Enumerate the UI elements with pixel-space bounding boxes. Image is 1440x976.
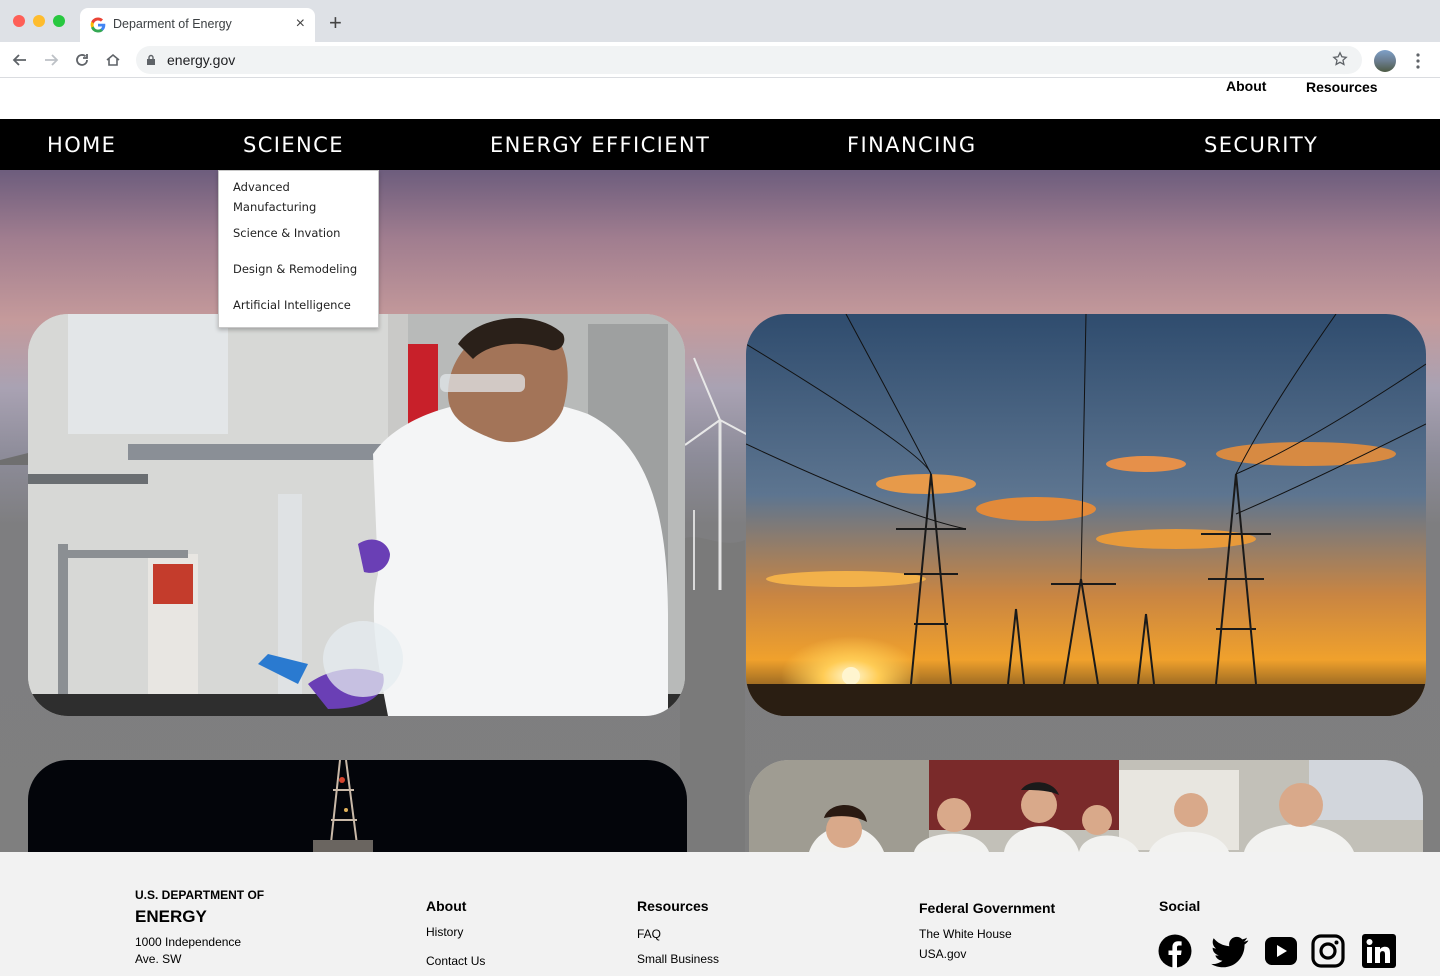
twitter-icon[interactable] [1211,934,1249,968]
lab-team-photo[interactable] [749,760,1423,852]
home-icon[interactable] [104,51,122,69]
tab-title: Deparment of Energy [113,17,232,31]
footer-brand-line1: U.S. DEPARTMENT OF [135,888,265,902]
utility-link-about[interactable]: About [1226,78,1266,94]
footer-link-small-business[interactable]: Small Business [637,952,719,966]
footer-link-history[interactable]: History [426,925,463,939]
close-window-button[interactable] [13,15,25,27]
dropdown-item-design-remodeling[interactable]: Design & Remodeling [233,259,373,279]
drilling-rig-photo[interactable] [28,760,687,852]
dropdown-item-advanced-manufacturing[interactable]: Advanced Manufacturing [233,177,373,217]
url-text: energy.gov [167,52,236,68]
address-bar[interactable]: energy.gov [136,46,1362,74]
nav-item-security[interactable]: SECURITY [1204,133,1318,157]
kebab-menu-icon[interactable] [1412,52,1424,70]
google-favicon-icon [90,17,106,33]
nav-item-energy-efficient[interactable]: ENERGY EFFICIENT [490,133,710,157]
maximize-window-button[interactable] [53,15,65,27]
footer-federal-heading: Federal Government [919,900,1056,916]
footer-link-contact-us[interactable]: Contact Us [426,954,485,968]
wind-turbine-graphic [684,357,749,590]
browser-tab[interactable]: Deparment of Energy × [80,8,315,42]
youtube-icon[interactable] [1264,934,1298,968]
footer-social-heading: Social [1159,898,1201,914]
profile-avatar[interactable] [1374,50,1396,72]
science-lab-photo[interactable] [28,314,685,716]
science-dropdown-menu: Advanced Manufacturing Science & Invatio… [218,170,379,328]
hero-background [0,170,1440,852]
browser-tab-bar: Deparment of Energy × + [0,0,1440,42]
dropdown-item-artificial-intelligence[interactable]: Artificial Intelligence [233,295,373,315]
footer-link-faq[interactable]: FAQ [637,927,661,941]
footer-brand-line2[interactable]: ENERGY [135,907,207,927]
bookmark-star-icon[interactable] [1332,51,1348,67]
footer-address-line1: 1000 Independence [135,935,242,949]
footer-address-line2: Ave. SW [135,952,182,966]
footer-link-white-house[interactable]: The White House [919,927,1012,941]
footer-about-heading: About [426,898,467,914]
minimize-window-button[interactable] [33,15,45,27]
instagram-icon[interactable] [1311,934,1345,968]
nav-item-science[interactable]: SCIENCE [243,133,344,157]
back-arrow-icon[interactable] [11,51,29,69]
footer-link-usa-gov[interactable]: USA.gov [919,947,966,961]
linkedin-icon[interactable] [1362,934,1396,968]
power-lines-photo[interactable] [746,314,1426,716]
reload-icon[interactable] [73,51,91,69]
utility-link-resources[interactable]: Resources [1306,79,1378,95]
nav-item-home[interactable]: HOME [47,133,116,157]
web-page: About Resources HOME SCIENCE ENERGY EFFI… [0,78,1440,976]
nav-item-financing[interactable]: FINANCING [847,133,977,157]
forward-arrow-icon[interactable] [42,51,60,69]
dropdown-item-science-innovation[interactable]: Science & Invation [233,223,373,243]
footer-resources-heading: Resources [637,898,709,914]
main-nav: HOME SCIENCE ENERGY EFFICIENT FINANCING … [0,119,1440,170]
lock-icon [147,54,155,65]
facebook-icon[interactable] [1158,934,1192,968]
utility-nav: About Resources [0,78,1440,119]
browser-toolbar: energy.gov [0,42,1440,78]
tab-close-icon[interactable]: × [296,15,305,33]
new-tab-button[interactable]: + [329,12,342,34]
